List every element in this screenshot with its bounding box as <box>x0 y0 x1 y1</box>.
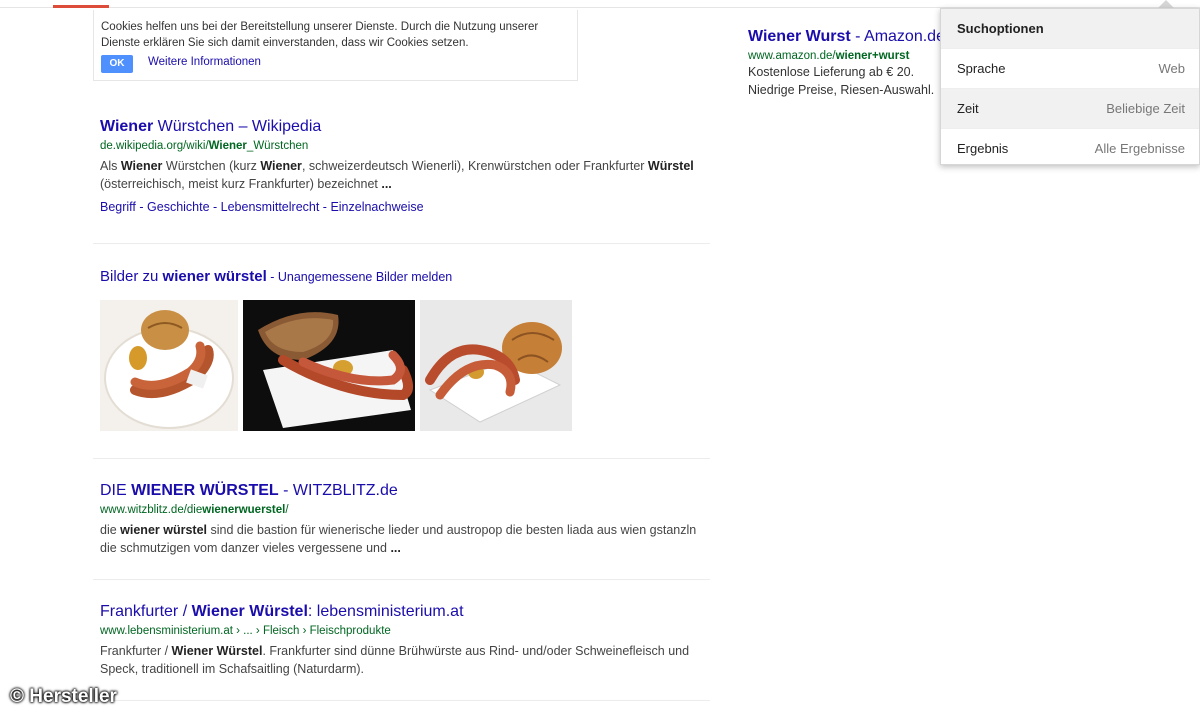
option-label: Ergebnis <box>957 141 1009 156</box>
snippet-bold: Wiener <box>120 159 163 173</box>
url-text: de.wikipedia.org/wiki/ <box>100 140 209 152</box>
cookie-more-info-link[interactable]: Weitere Informationen <box>148 56 261 68</box>
dropdown-caret <box>1158 0 1174 8</box>
snippet-text: die <box>100 523 121 537</box>
result-divider <box>93 579 710 580</box>
url-bold: Wiener <box>208 140 247 152</box>
url-bold: wienerwuerstel <box>202 504 286 516</box>
option-row-sprache[interactable]: Sprache Web <box>941 48 1199 88</box>
images-header-link[interactable]: Bilder zu wiener würstel <box>100 268 267 285</box>
option-row-zeit[interactable]: Zeit Beliebige Zeit <box>941 88 1199 128</box>
snippet-bold: Würstel <box>647 159 694 173</box>
result-title-link[interactable]: DIE WIENER WÜRSTEL - WITZBLITZ.de <box>100 481 700 501</box>
snippet-bold: Wiener <box>260 159 302 173</box>
snippet-text: (österreichisch, meist kurz Frankfurter)… <box>100 177 382 191</box>
title-bold: Wiener Würstel <box>191 603 308 620</box>
sitelink-separator: - <box>209 200 221 214</box>
snippet-text: Würstchen (kurz <box>162 159 261 173</box>
result-url: www.witzblitz.de/diewienerwuerstel/ <box>100 503 700 518</box>
option-label: Zeit <box>957 101 979 116</box>
snippet-ellipsis: ... <box>381 177 392 191</box>
images-prefix: Bilder zu <box>100 268 163 285</box>
sitelink-separator: - <box>319 200 331 214</box>
images-header: Bilder zu wiener würstel - Unangemessene… <box>100 268 452 285</box>
result-url: www.lebensministerium.at › ... › Fleisch… <box>100 625 391 637</box>
option-value: Web <box>1158 61 1186 76</box>
copyright-watermark: © Hersteller <box>10 686 117 707</box>
sausage-plate-thumbnail[interactable] <box>100 300 238 431</box>
ad-title-bold: Wiener Wurst <box>748 28 851 45</box>
option-row-ergebnis[interactable]: Ergebnis Alle Ergebnisse <box>941 128 1199 168</box>
sitelink-geschichte[interactable]: Geschichte <box>147 200 210 214</box>
snippet-text: Als <box>100 159 121 173</box>
snippet-text: , schweizerdeutsch Wienerli), Krenwürstc… <box>301 159 648 173</box>
sitelink-begriff[interactable]: Begriff <box>100 200 136 214</box>
result-title-link[interactable]: Wiener Würstchen – Wikipedia <box>100 117 700 137</box>
result-divider <box>93 243 710 244</box>
ad-title-text: - Amazon.de <box>850 28 945 45</box>
title-text: - WITZBLITZ.de <box>278 482 398 499</box>
title-bold: WIENER WÜRSTEL <box>131 482 279 499</box>
title-text: Würstchen – Wikipedia <box>153 118 322 135</box>
result-snippet: Als Wiener Würstchen (kurz Wiener, schwe… <box>100 157 700 193</box>
title-bold: Wiener <box>100 118 154 135</box>
url-bold: wiener+wurst <box>835 50 910 62</box>
title-text: Frankfurter / <box>100 603 192 620</box>
url-text: www.amazon.de/ <box>748 50 836 62</box>
ad-result: Wiener Wurst - Amazon.de www.amazon.de/w… <box>748 27 948 98</box>
ad-title-link[interactable]: Wiener Wurst - Amazon.de <box>748 27 948 47</box>
option-value: Alle Ergebnisse <box>1094 141 1185 156</box>
ad-url: www.amazon.de/wiener+wurst <box>748 50 948 62</box>
title-text: : lebensministerium.at <box>307 603 464 620</box>
url-text: / <box>285 504 289 516</box>
result-divider <box>93 458 710 459</box>
active-tab-indicator <box>53 5 109 8</box>
url-text: www.witzblitz.de/die <box>100 504 203 516</box>
snippet-ellipsis: ... <box>390 541 401 555</box>
snippet-bold: wiener würstel <box>120 523 207 537</box>
snippet-text: Frankfurter / <box>100 644 172 658</box>
option-value: Beliebige Zeit <box>1106 101 1185 116</box>
result-snippet: die wiener würstel sind die bastion für … <box>100 521 700 557</box>
title-text: DIE <box>100 482 132 499</box>
search-result: Wiener Würstchen – Wikipedia de.wikipedi… <box>100 117 700 214</box>
result-sitelinks: Begriff - Geschichte - Lebensmittelrecht… <box>100 200 700 214</box>
cookie-ok-button[interactable]: OK <box>101 55 133 73</box>
search-options-panel: Suchoptionen Sprache Web Zeit Beliebige … <box>940 8 1200 165</box>
option-label: Sprache <box>957 61 1006 76</box>
report-images-link[interactable]: Unangemessene Bilder melden <box>278 270 452 284</box>
sitelink-separator: - <box>135 200 148 214</box>
snippet-bold: Wiener Würstel <box>171 644 263 658</box>
cookie-notice: Cookies helfen uns bei der Bereitstellun… <box>93 10 578 81</box>
images-query: wiener würstel <box>162 268 267 285</box>
url-text: _Würstchen <box>246 140 309 152</box>
result-snippet: Frankfurter / Wiener Würstel. Frankfurte… <box>100 642 700 678</box>
search-options-header: Suchoptionen <box>941 9 1199 48</box>
images-separator: - <box>266 270 278 284</box>
cookie-notice-text: Cookies helfen uns bei der Bereitstellun… <box>101 21 539 49</box>
result-title-link[interactable]: Frankfurter / Wiener Würstel: lebensmini… <box>100 602 700 622</box>
sitelink-einzelnachweise[interactable]: Einzelnachweise <box>330 200 423 214</box>
sitelink-lebensmittelrecht[interactable]: Lebensmittelrecht <box>221 200 320 214</box>
sausage-bread-thumbnail[interactable] <box>243 300 415 431</box>
sausage-roll-thumbnail[interactable] <box>420 300 572 431</box>
result-divider <box>93 700 710 701</box>
ad-line: Kostenlose Lieferung ab € 20. <box>748 65 915 79</box>
result-url: de.wikipedia.org/wiki/Wiener_Würstchen <box>100 139 700 154</box>
search-result: DIE WIENER WÜRSTEL - WITZBLITZ.de www.wi… <box>100 481 700 557</box>
ad-line: Niedrige Preise, Riesen-Auswahl. <box>748 83 935 97</box>
search-result: Frankfurter / Wiener Würstel: lebensmini… <box>100 602 700 678</box>
